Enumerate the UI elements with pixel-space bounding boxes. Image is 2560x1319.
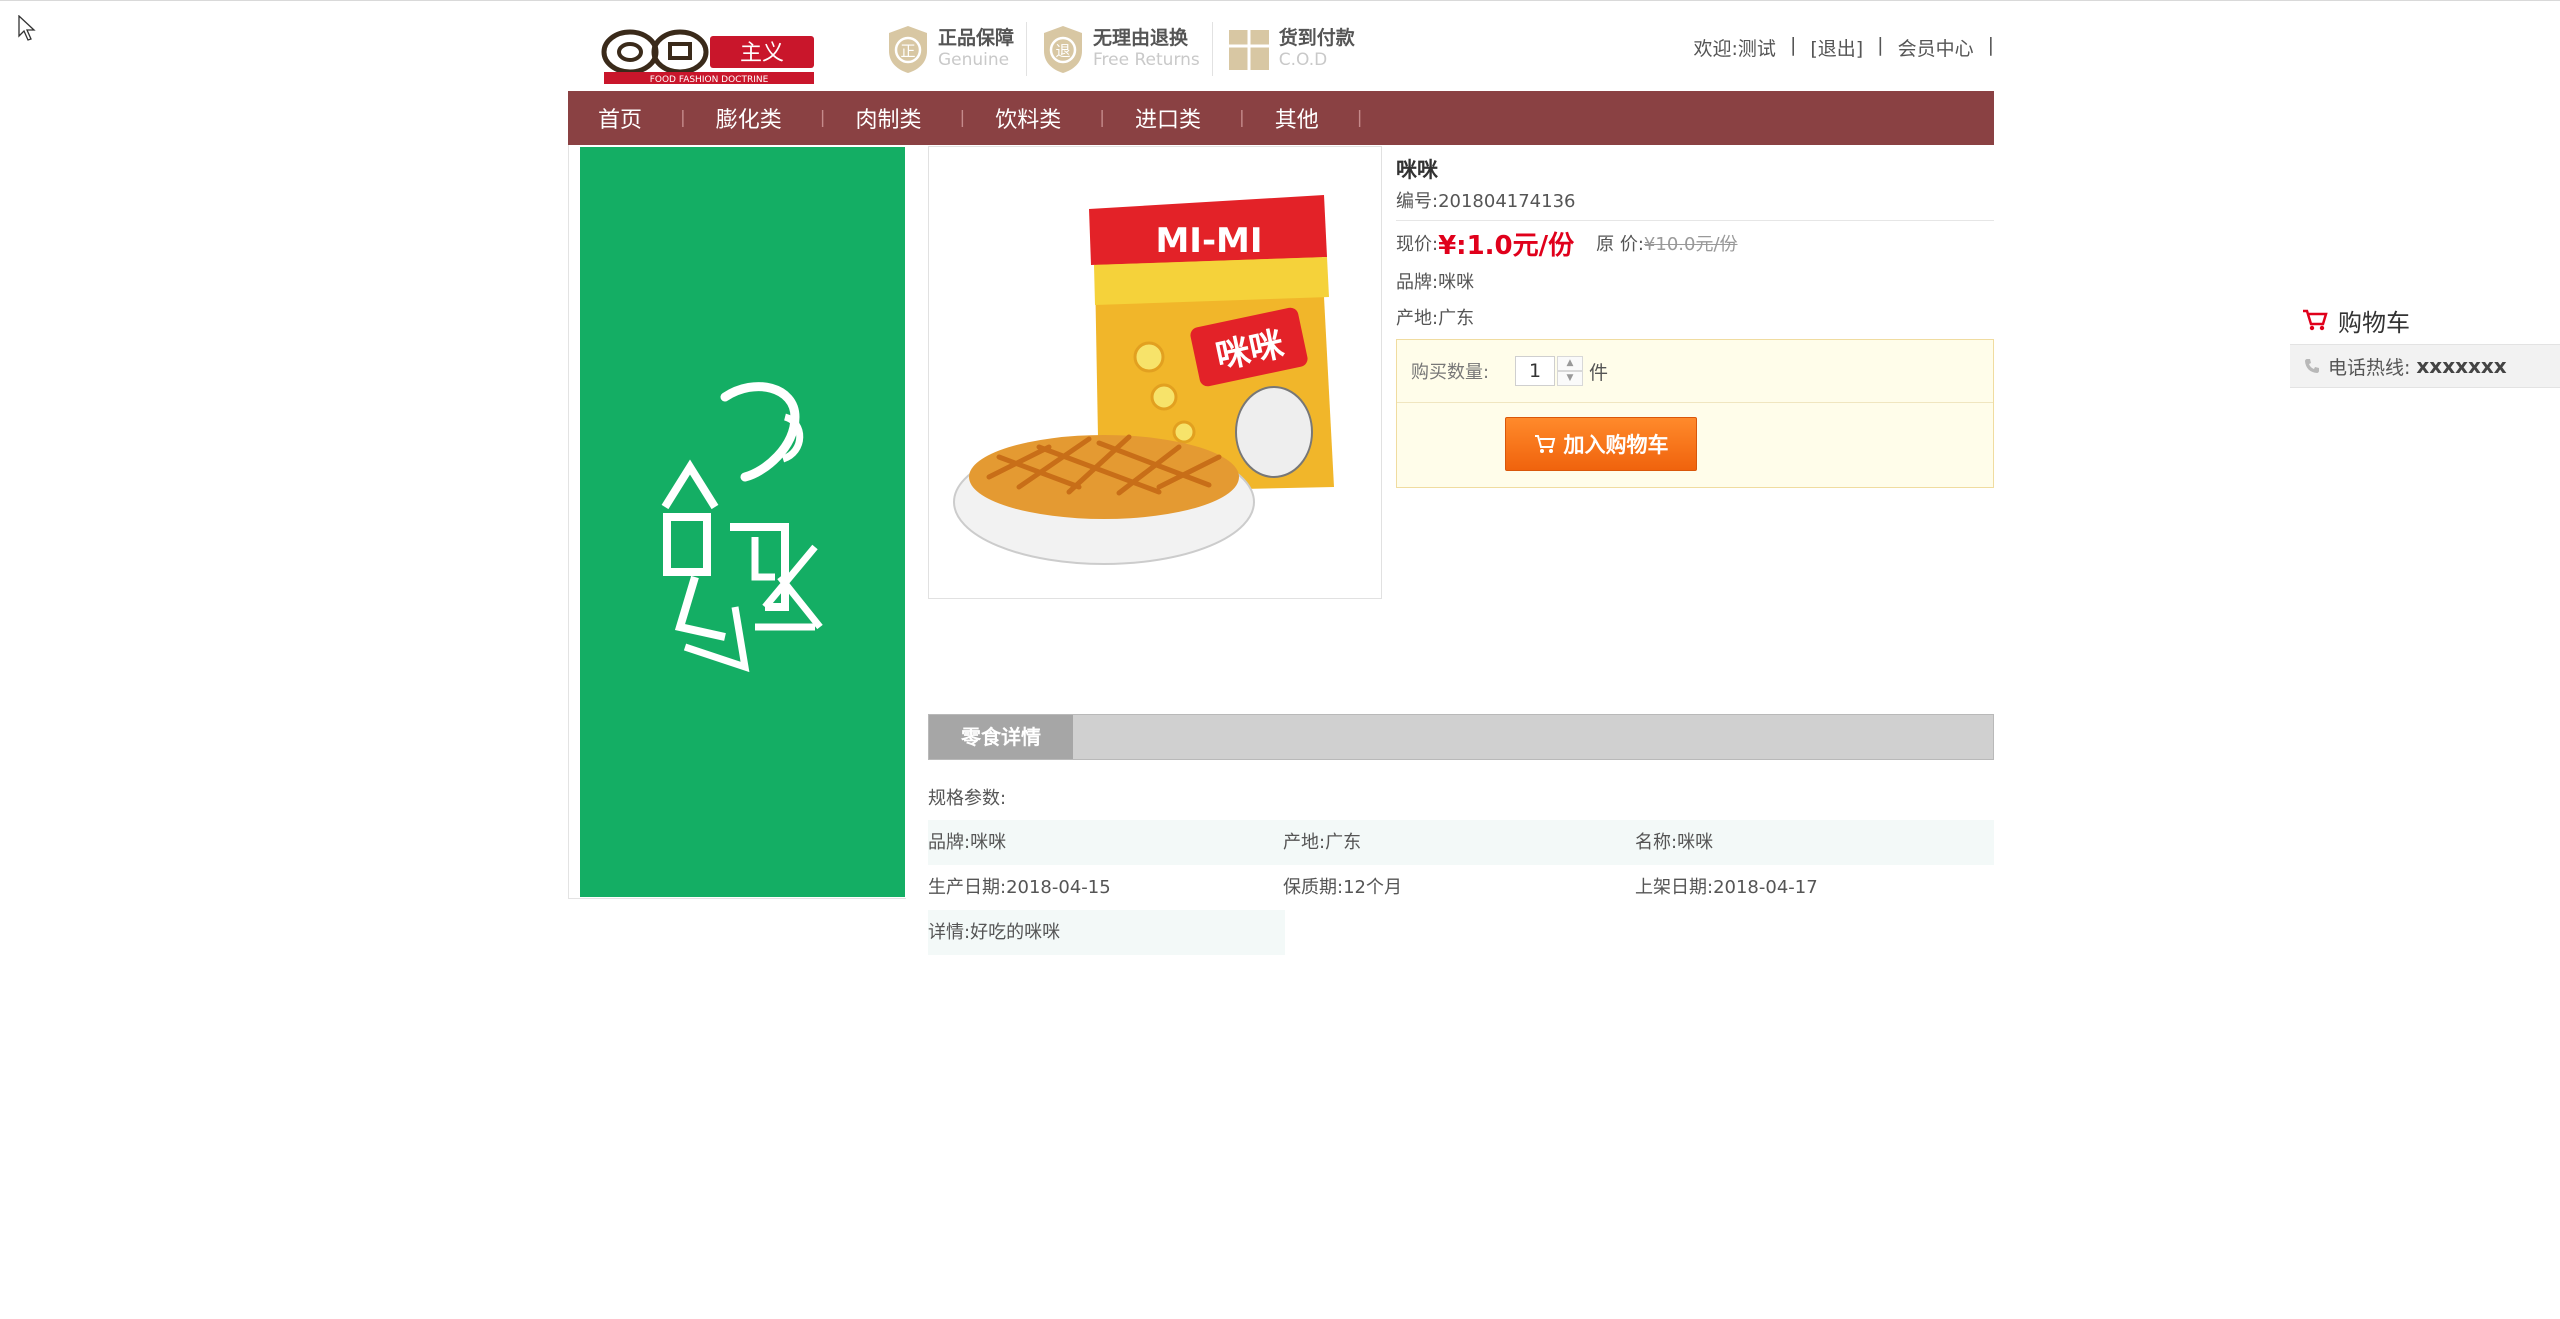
shield-icon: 退 (1044, 26, 1083, 73)
spec-listing-date: 上架日期:2018-04-17 (1635, 877, 1818, 898)
spec-row: 详情:好吃的咪咪 (928, 910, 1285, 955)
svg-text:FOOD FASHION DOCTRINE: FOOD FASHION DOCTRINE (650, 75, 769, 85)
svg-text:MI-MI: MI-MI (1155, 221, 1262, 261)
svg-text:正: 正 (900, 42, 915, 60)
cart-icon (1534, 435, 1555, 453)
badge-free-returns: 退 无理由退换 Free Returns (1041, 22, 1213, 76)
price-row: 现价: ¥:1.0元/份 原 价: ¥10.0元/份 (1396, 221, 1994, 265)
product-origin: 产地:广东 (1396, 308, 1475, 329)
buy-box: 购买数量: 1 ▲ ▼ 件 加入购物车 (1396, 339, 1994, 488)
member-center-link[interactable]: 会员中心 (1898, 34, 1974, 61)
quantity-stepper[interactable]: ▲ ▼ (1557, 356, 1583, 386)
shield-icon: 正 (889, 26, 927, 73)
decrement-button[interactable]: ▼ (1557, 371, 1583, 386)
svg-text:主义: 主义 (740, 41, 784, 66)
brand-banner[interactable] (580, 147, 905, 897)
hotline-number: xxxxxxx (2416, 354, 2507, 378)
svg-text:退: 退 (1056, 42, 1071, 60)
welcome-link[interactable]: 欢迎:测试 (1694, 34, 1776, 61)
product-info: 咪咪 编号:201804174136 现价: ¥:1.0元/份 原 价: ¥10… (1396, 146, 1994, 488)
product-code: 编号:201804174136 (1396, 184, 1994, 221)
user-links: 欢迎:测试 | [退出] | 会员中心 | (1680, 34, 1994, 61)
product-brand: 品牌:咪咪 (1396, 272, 1475, 293)
phone-icon (2305, 359, 2319, 373)
cart-icon (2303, 309, 2328, 331)
page-container: 主义 FOOD FASHION DOCTRINE 正 正品保障 Genuine … (568, 0, 1994, 1319)
badge-genuine-title: 正品保障 (938, 27, 1015, 49)
logout-link[interactable]: [退出] (1810, 34, 1863, 61)
nav-item-home[interactable]: 首页 | (568, 102, 686, 134)
nav-item-puffed[interactable]: 膨化类 | (686, 102, 826, 134)
quantity-label: 购买数量: (1411, 362, 1490, 383)
nav-item-imported[interactable]: 进口类 | (1105, 102, 1245, 134)
product-image[interactable]: MI-MI 咪咪 (928, 146, 1382, 599)
detail-tab-bar: 零食详情 (928, 714, 1994, 760)
separator: | (1877, 34, 1884, 56)
badge-cod-subtitle: C.O.D (1278, 50, 1328, 70)
spec-brand: 品牌:咪咪 (928, 832, 1007, 853)
quantity-input[interactable]: 1 (1515, 356, 1555, 386)
spec-row: 品牌:咪咪 产地:广东 名称:咪咪 (928, 820, 1994, 865)
badge-returns-title: 无理由退换 (1093, 27, 1189, 49)
add-to-cart-label: 加入购物车 (1563, 433, 1669, 457)
separator: | (1987, 34, 1994, 56)
floating-cart-label: 购物车 (2338, 308, 2410, 337)
product-photo: MI-MI 咪咪 (953, 195, 1334, 565)
badge-returns-subtitle: Free Returns (1093, 50, 1200, 70)
gift-icon (1228, 30, 1269, 70)
nav-item-meat[interactable]: 肉制类 | (826, 102, 966, 134)
tab-snack-detail[interactable]: 零食详情 (929, 715, 1073, 759)
add-to-cart-button[interactable]: 加入购物车 (1505, 417, 1697, 471)
original-price: ¥10.0元/份 (1643, 234, 1738, 255)
badge-cod: 货到付款 C.O.D (1227, 22, 1367, 76)
spec-production-date: 生产日期:2018-04-15 (928, 877, 1111, 898)
spec-title: 规格参数: (928, 788, 1007, 809)
nav-item-other[interactable]: 其他 | (1245, 102, 1363, 134)
quantity-unit: 件 (1589, 361, 1609, 384)
current-price: ¥:1.0元/份 (1438, 230, 1575, 261)
hotline-label: 电话热线: (2328, 356, 2411, 379)
left-sidebar (568, 145, 906, 899)
badge-genuine: 正 正品保障 Genuine (886, 22, 1028, 76)
main-nav: 首页 | 膨化类 | 肉制类 | 饮料类 | 进口类 | 其他 | (568, 91, 1994, 145)
service-badges: 正 正品保障 Genuine 退 无理由退换 Free Returns 货到付款… (886, 22, 1381, 76)
site-logo[interactable]: 主义 FOOD FASHION DOCTRINE (600, 26, 818, 88)
increment-button[interactable]: ▲ (1557, 356, 1583, 371)
nav-item-drinks[interactable]: 饮料类 | (965, 102, 1105, 134)
hotline-bar: 电话热线: xxxxxxx (2290, 344, 2560, 388)
spec-name: 名称:咪咪 (1635, 832, 1714, 853)
brand-logo-white (661, 382, 823, 673)
badge-genuine-subtitle: Genuine (938, 50, 1010, 70)
separator: | (1789, 34, 1797, 56)
original-price-label: 原 价: (1596, 234, 1644, 255)
current-price-label: 现价: (1396, 234, 1439, 255)
product-name: 咪咪 (1396, 158, 1438, 182)
spec-origin: 产地:广东 (1283, 832, 1362, 853)
badge-cod-title: 货到付款 (1278, 27, 1355, 49)
mouse-cursor-icon (18, 15, 36, 41)
spec-description: 详情:好吃的咪咪 (928, 922, 1061, 943)
spec-table: 品牌:咪咪 产地:广东 名称:咪咪 生产日期:2018-04-15 保质期:12… (928, 820, 1994, 955)
quantity-row: 购买数量: 1 ▲ ▼ 件 (1397, 340, 1993, 403)
spec-shelf-life: 保质期:12个月 (1283, 877, 1402, 898)
spec-row: 生产日期:2018-04-15 保质期:12个月 上架日期:2018-04-17 (928, 865, 1994, 910)
floating-cart[interactable]: 购物车 (2290, 302, 2560, 338)
